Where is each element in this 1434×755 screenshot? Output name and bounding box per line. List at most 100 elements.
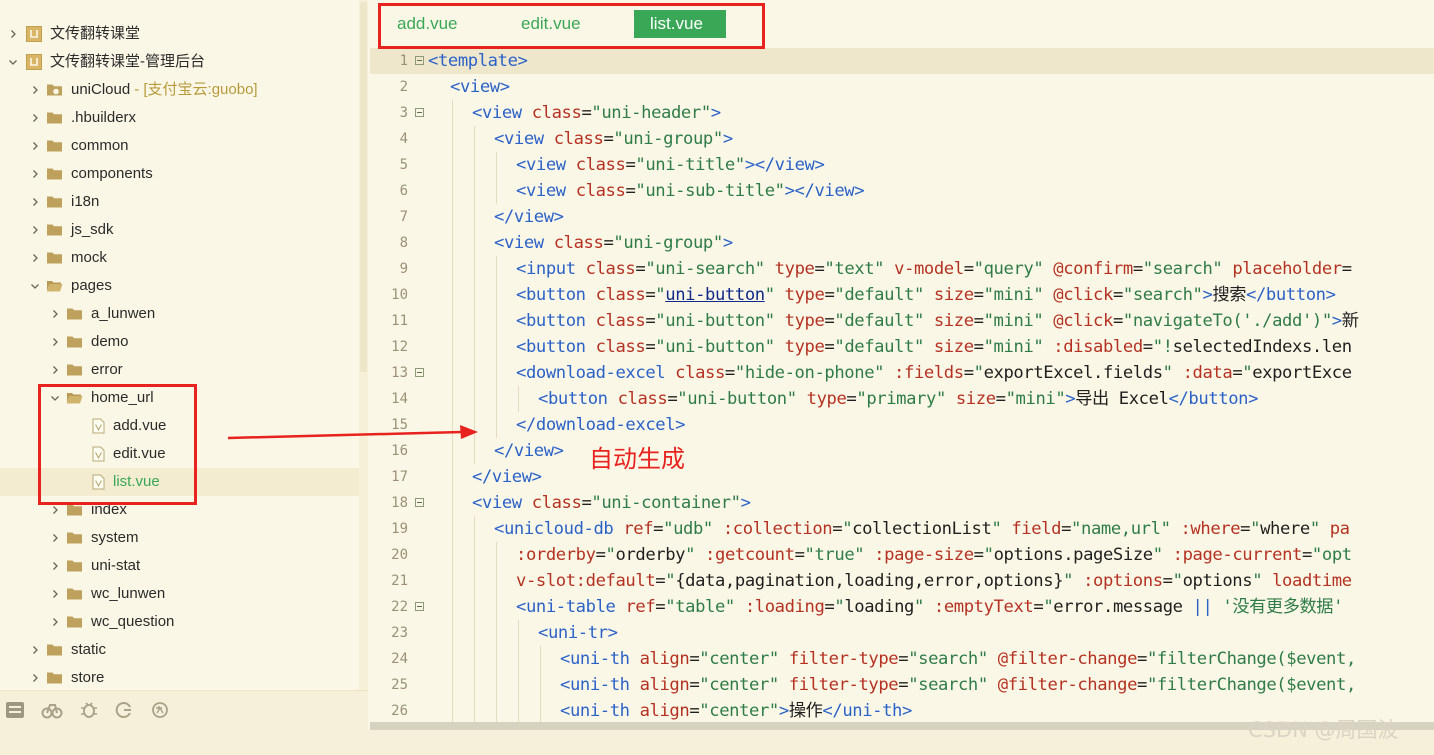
code-token: <uni-tr> — [538, 623, 618, 643]
folder-item[interactable]: mock — [0, 244, 359, 272]
code-line[interactable]: 7 </view> — [370, 204, 1434, 230]
code-line[interactable]: 10 <button class="uni-button" type="defau… — [370, 282, 1434, 308]
code-line[interactable]: 14 <button class="uni-button" type="prima… — [370, 386, 1434, 412]
code-line[interactable]: 21 v-slot:default="{data,pagination,loadi… — [370, 568, 1434, 594]
code-line[interactable]: 6 <view class="uni-sub-title"></view> — [370, 178, 1434, 204]
code-line[interactable]: 16 </view> — [370, 438, 1434, 464]
chevron-right-icon[interactable] — [30, 169, 40, 179]
tab-list-vue[interactable]: list.vue — [634, 10, 726, 38]
code-line[interactable]: 19 <unicloud-db ref="udb" :collection="co… — [370, 516, 1434, 542]
folder-item[interactable]: index — [0, 496, 359, 524]
plugin-icon[interactable] — [41, 699, 63, 721]
folder-item[interactable]: common — [0, 132, 359, 160]
code-line[interactable]: 5 <view class="uni-title"></view> — [370, 152, 1434, 178]
chevron-right-icon[interactable] — [30, 113, 40, 123]
folder-icon — [66, 334, 83, 350]
chevron-right-icon[interactable] — [30, 141, 40, 151]
folder-item[interactable]: components — [0, 160, 359, 188]
fold-toggle-icon[interactable] — [415, 602, 424, 611]
folder-item[interactable]: wc_lunwen — [0, 580, 359, 608]
folder-item[interactable]: .hbuilderx — [0, 104, 359, 132]
code-line[interactable]: 17 </view> — [370, 464, 1434, 490]
code-line[interactable]: 11 <button class="uni-button" type="defau… — [370, 308, 1434, 334]
translate-icon[interactable] — [149, 699, 171, 721]
chevron-right-icon[interactable] — [50, 309, 60, 319]
folder-item[interactable]: store — [0, 664, 359, 692]
folder-item[interactable]: a_lunwen — [0, 300, 359, 328]
folder-item[interactable]: i18n — [0, 188, 359, 216]
indent-guide — [496, 386, 497, 412]
chevron-down-icon[interactable] — [50, 393, 60, 403]
chevron-right-icon[interactable] — [30, 85, 40, 95]
chevron-down-icon[interactable] — [30, 281, 40, 291]
code-line[interactable]: 15 </download-excel> — [370, 412, 1434, 438]
chevron-down-icon[interactable] — [8, 57, 18, 67]
chevron-right-icon[interactable] — [50, 589, 60, 599]
fold-toggle-icon[interactable] — [415, 498, 424, 507]
chevron-right-icon[interactable] — [30, 253, 40, 263]
code-line[interactable]: 25 <uni-th align="center" filter-type="se… — [370, 672, 1434, 698]
chevron-right-icon[interactable] — [30, 197, 40, 207]
code-line[interactable]: 24 <uni-th align="center" filter-type="se… — [370, 646, 1434, 672]
debug-icon[interactable] — [78, 699, 100, 721]
line-number: 16 — [391, 443, 408, 459]
code-line[interactable]: 2 <view> — [370, 74, 1434, 100]
indent-guide — [452, 204, 453, 230]
tab-edit-vue[interactable]: edit.vue — [521, 10, 581, 38]
chevron-right-icon[interactable] — [50, 533, 60, 543]
file-item[interactable]: list.vue — [0, 468, 359, 496]
code-line[interactable]: 4 <view class="uni-group"> — [370, 126, 1434, 152]
folder-item[interactable]: js_sdk — [0, 216, 359, 244]
chevron-right-icon[interactable] — [8, 29, 18, 39]
chevron-right-icon[interactable] — [50, 505, 60, 515]
folder-item[interactable]: home_url — [0, 384, 359, 412]
code-line[interactable]: 18 <view class="uni-container"> — [370, 490, 1434, 516]
chevron-right-icon[interactable] — [30, 673, 40, 683]
code-line[interactable]: 12 <button class="uni-button" type="defau… — [370, 334, 1434, 360]
indent-guide — [518, 386, 519, 412]
code-token: <view — [472, 493, 532, 513]
project-manager-icon[interactable] — [4, 699, 26, 721]
code-line[interactable]: 13 <download-excel class="hide-on-phone" … — [370, 360, 1434, 386]
code-token: 操作 — [788, 701, 823, 721]
chevron-right-icon[interactable] — [50, 365, 60, 375]
chevron-right-icon[interactable] — [50, 337, 60, 347]
fold-toggle-icon[interactable] — [415, 108, 424, 117]
fold-toggle-icon[interactable] — [415, 56, 424, 65]
folder-item[interactable]: system — [0, 524, 359, 552]
sidebar-scrollbar[interactable] — [359, 0, 368, 690]
chevron-right-icon[interactable] — [30, 645, 40, 655]
code-line[interactable]: 3 <view class="uni-header"> — [370, 100, 1434, 126]
code-line[interactable]: 9 <input class="uni-search" type="text" v… — [370, 256, 1434, 282]
chevron-right-icon[interactable] — [50, 561, 60, 571]
folder-item[interactable]: error — [0, 356, 359, 384]
code-line[interactable]: 1 <template> — [370, 48, 1434, 74]
code-line[interactable]: 20:orderby="orderby" :getcount="true" :p… — [370, 542, 1434, 568]
code-token: <uni-table — [516, 597, 626, 617]
code-token: "primary" — [856, 389, 956, 409]
file-item[interactable]: add.vue — [0, 412, 359, 440]
tab-add-vue[interactable]: add.vue — [397, 10, 458, 38]
line-number: 21 — [391, 573, 408, 589]
folder-item[interactable]: pages — [0, 272, 359, 300]
folder-item[interactable]: wc_question — [0, 608, 359, 636]
code-line[interactable]: 22 <uni-table ref="table" :loading="loadi… — [370, 594, 1434, 620]
project-item[interactable]: 文传翻转课堂 — [0, 20, 359, 48]
folder-item[interactable]: uni-stat — [0, 552, 359, 580]
git-icon[interactable] — [113, 699, 135, 721]
code-token: "udb" — [663, 519, 723, 539]
code-area[interactable]: 1 <template> 2 <view> 3 <view class="uni-head… — [370, 48, 1434, 722]
folder-item[interactable]: demo — [0, 328, 359, 356]
chevron-right-icon[interactable] — [50, 617, 60, 627]
folder-item[interactable]: uniCloud - [支付宝云:guobo] — [0, 76, 359, 104]
folder-item[interactable]: static — [0, 636, 359, 664]
code-token: class — [575, 181, 626, 201]
chevron-right-icon[interactable] — [30, 225, 40, 235]
code-line[interactable]: 8 <view class="uni-group"> — [370, 230, 1434, 256]
code-line[interactable]: 23 <uni-tr> — [370, 620, 1434, 646]
project-item[interactable]: 文传翻转课堂-管理后台 — [0, 48, 359, 76]
indent-guide — [474, 672, 475, 698]
file-item[interactable]: edit.vue — [0, 440, 359, 468]
sidebar-scrollbar-thumb[interactable] — [360, 2, 367, 372]
fold-toggle-icon[interactable] — [415, 368, 424, 377]
